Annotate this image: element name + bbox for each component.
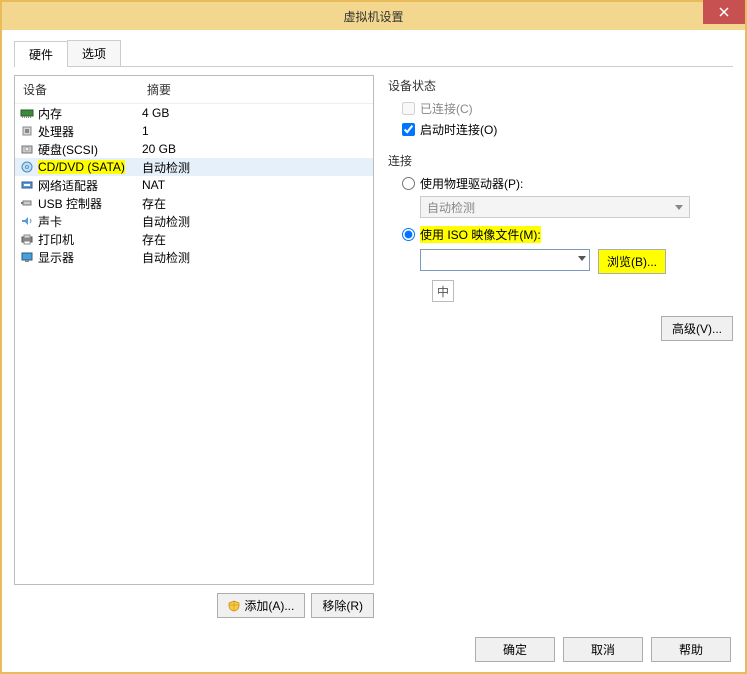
hardware-name: 内存 (38, 105, 142, 122)
tab-options[interactable]: 选项 (67, 40, 121, 66)
advanced-button-label: 高级(V)... (672, 320, 722, 337)
dialog-buttons: 确定 取消 帮助 (475, 637, 731, 662)
hardware-list: 设备 摘要 内存4 GB处理器1硬盘(SCSI)20 GBCD/DVD (SAT… (14, 75, 374, 585)
hardware-row[interactable]: 网络适配器NAT (15, 176, 373, 194)
hardware-row[interactable]: 内存4 GB (15, 104, 373, 122)
device-status-label: 设备状态 (388, 77, 733, 94)
close-icon (719, 7, 729, 17)
hardware-list-header: 设备 摘要 (15, 76, 373, 104)
browse-button[interactable]: 浏览(B)... (598, 249, 666, 274)
connect-at-poweron-checkbox[interactable] (402, 123, 415, 136)
display-icon (19, 250, 35, 264)
hardware-name: 打印机 (38, 231, 142, 248)
titlebar: 虚拟机设置 (2, 2, 745, 30)
ok-button[interactable]: 确定 (475, 637, 555, 662)
cancel-button-label: 取消 (591, 641, 615, 658)
connection-group: 连接 使用物理驱动器(P): 自动检测 使用 ISO 映像文件(M): (388, 152, 733, 341)
use-physical-row: 使用物理驱动器(P): (402, 175, 733, 192)
hardware-name: 网络适配器 (38, 177, 142, 194)
hardware-summary: 自动检测 (142, 159, 369, 176)
net-icon (19, 178, 35, 192)
use-iso-radio[interactable] (402, 228, 415, 241)
shield-icon (228, 600, 240, 612)
col-header-device[interactable]: 设备 (15, 76, 139, 103)
physical-drive-value: 自动检测 (427, 199, 475, 216)
connect-at-poweron-label[interactable]: 启动时连接(O) (420, 121, 497, 138)
vm-settings-window: 虚拟机设置 硬件 选项 设备 摘要 内存4 GB处理器1硬盘(SCSI)20 G… (0, 0, 747, 674)
hardware-summary: 存在 (142, 195, 369, 212)
cd-icon (19, 160, 35, 174)
remove-button[interactable]: 移除(R) (311, 593, 374, 618)
hardware-name: CD/DVD (SATA) (38, 160, 142, 174)
add-button[interactable]: 添加(A)... (217, 593, 305, 618)
hardware-row[interactable]: 硬盘(SCSI)20 GB (15, 140, 373, 158)
hardware-name: 声卡 (38, 213, 142, 230)
hardware-row[interactable]: 打印机存在 (15, 230, 373, 248)
right-panel: 设备状态 已连接(C) 启动时连接(O) 连接 (388, 75, 733, 618)
advanced-button[interactable]: 高级(V)... (661, 316, 733, 341)
hardware-row[interactable]: USB 控制器存在 (15, 194, 373, 212)
browse-button-label: 浏览(B)... (607, 255, 657, 269)
left-panel: 设备 摘要 内存4 GB处理器1硬盘(SCSI)20 GBCD/DVD (SAT… (14, 75, 374, 618)
tabs: 硬件 选项 (14, 40, 733, 67)
cancel-button[interactable]: 取消 (563, 637, 643, 662)
content-area: 硬件 选项 设备 摘要 内存4 GB处理器1硬盘(SCSI)20 GBCD/DV… (2, 30, 745, 618)
hardware-rows: 内存4 GB处理器1硬盘(SCSI)20 GBCD/DVD (SATA)自动检测… (15, 104, 373, 266)
close-button[interactable] (703, 0, 745, 24)
help-button-label: 帮助 (679, 641, 703, 658)
ime-indicator[interactable]: 中 (432, 280, 454, 302)
hardware-name: 显示器 (38, 249, 142, 266)
connected-label: 已连接(C) (420, 100, 473, 117)
connected-row: 已连接(C) (402, 100, 733, 117)
left-buttons: 添加(A)... 移除(R) (14, 593, 374, 618)
hardware-row[interactable]: 处理器1 (15, 122, 373, 140)
iso-row: 浏览(B)... (420, 249, 733, 274)
hardware-summary: 存在 (142, 231, 369, 248)
add-button-label: 添加(A)... (244, 597, 294, 614)
hardware-name: USB 控制器 (38, 195, 142, 212)
hardware-row[interactable]: 声卡自动检测 (15, 212, 373, 230)
tab-hardware[interactable]: 硬件 (14, 41, 68, 67)
iso-path-input[interactable] (420, 249, 590, 271)
disk-icon (19, 142, 35, 156)
memory-icon (19, 106, 35, 120)
col-header-summary[interactable]: 摘要 (139, 76, 373, 103)
connection-label: 连接 (388, 152, 733, 169)
use-physical-label[interactable]: 使用物理驱动器(P): (420, 175, 523, 192)
hardware-summary: 自动检测 (142, 213, 369, 230)
hardware-summary: 4 GB (142, 106, 369, 120)
hardware-row[interactable]: 显示器自动检测 (15, 248, 373, 266)
hardware-name: 硬盘(SCSI) (38, 141, 142, 158)
hardware-row[interactable]: CD/DVD (SATA)自动检测 (15, 158, 373, 176)
printer-icon (19, 232, 35, 246)
physical-drive-select: 自动检测 (420, 196, 690, 218)
sound-icon (19, 214, 35, 228)
hardware-summary: 自动检测 (142, 249, 369, 266)
use-iso-row: 使用 ISO 映像文件(M): (402, 226, 733, 243)
hardware-summary: NAT (142, 178, 369, 192)
connected-checkbox (402, 102, 415, 115)
ok-button-label: 确定 (503, 641, 527, 658)
remove-button-label: 移除(R) (322, 597, 363, 614)
use-physical-radio[interactable] (402, 177, 415, 190)
usb-icon (19, 196, 35, 210)
connect-at-poweron-row: 启动时连接(O) (402, 121, 733, 138)
hardware-name: 处理器 (38, 123, 142, 140)
window-title: 虚拟机设置 (343, 8, 403, 25)
use-iso-label[interactable]: 使用 ISO 映像文件(M): (420, 226, 541, 243)
hardware-summary: 20 GB (142, 142, 369, 156)
hardware-summary: 1 (142, 124, 369, 138)
cpu-icon (19, 124, 35, 138)
help-button[interactable]: 帮助 (651, 637, 731, 662)
advanced-row: 高级(V)... (402, 316, 733, 341)
iso-input-wrap (420, 249, 590, 271)
main-area: 设备 摘要 内存4 GB处理器1硬盘(SCSI)20 GBCD/DVD (SAT… (14, 75, 733, 618)
device-status-group: 设备状态 已连接(C) 启动时连接(O) (388, 77, 733, 138)
